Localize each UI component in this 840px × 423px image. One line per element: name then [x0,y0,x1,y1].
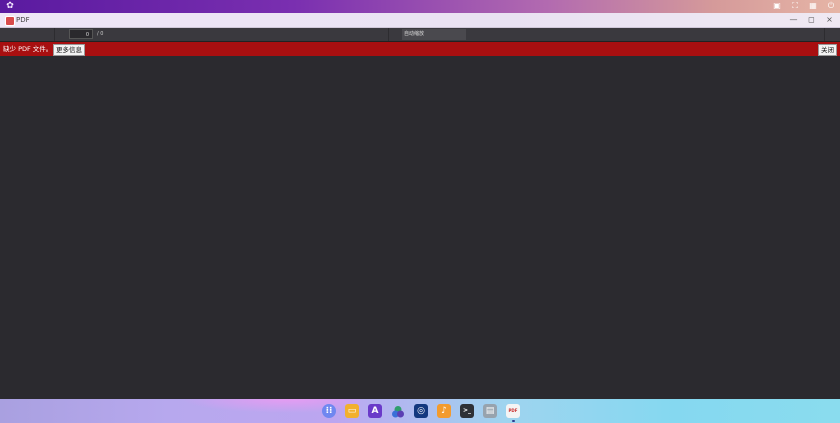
maximize-button[interactable]: ◻ [807,14,816,26]
fullscreen-icon[interactable]: ⛶ [790,1,800,11]
more-info-button[interactable]: 更多信息 [53,44,85,56]
document-viewer-area[interactable] [0,56,840,399]
window-title: PDF [16,16,30,24]
pdf-app-icon [5,16,15,26]
theme-colors-icon[interactable] [391,404,405,418]
os-logo-icon[interactable]: ✿ [5,1,15,11]
power-icon[interactable]: ⏻ [826,1,836,11]
voice-assistant-icon[interactable]: ♪ [437,404,451,418]
active-indicator [512,420,515,422]
toolbar-divider [824,28,825,41]
error-message: 缺少 PDF 文件。 [3,45,53,53]
system-tray: ▣ ⛶ ▦ ⏻ [772,1,836,12]
window-controls: — ◻ × [789,14,834,26]
system-top-bar: ✿ ▣ ⛶ ▦ ⏻ [0,0,840,13]
minimize-button[interactable]: — [789,14,798,26]
close-window-button[interactable]: × [825,14,834,26]
trash-icon[interactable]: ▤ [483,404,497,418]
pdf-viewer-icon[interactable]: PDF [506,404,520,422]
pdf-toolbar: 0 / 0 自动缩放 [0,28,840,42]
browser-icon[interactable]: ◎ [414,404,428,418]
taskbar: ⁝⁝ ▭ A ◎ ♪ >_ ▤ PDF [0,399,840,423]
page-number-input[interactable]: 0 [69,29,93,39]
gift-icon[interactable]: ▣ [772,1,782,11]
error-bar: 缺少 PDF 文件。 更多信息 关闭 [0,42,840,56]
launcher-icon[interactable]: ⁝⁝ [322,404,336,418]
colors-glyph-icon [392,406,404,418]
grid-icon[interactable]: ▦ [808,1,818,11]
dock: ⁝⁝ ▭ A ◎ ♪ >_ ▤ PDF [322,404,520,422]
zoom-select[interactable]: 自动缩放 [402,29,466,40]
file-manager-icon[interactable]: ▭ [345,404,359,418]
terminal-icon[interactable]: >_ [460,404,474,418]
toolbar-divider [54,28,55,41]
page-count-label: / 0 [97,31,104,37]
close-error-button[interactable]: 关闭 [818,44,837,56]
window-title-bar: PDF — ◻ × [0,13,840,28]
toolbar-divider [388,28,389,41]
app-store-icon[interactable]: A [368,404,382,418]
